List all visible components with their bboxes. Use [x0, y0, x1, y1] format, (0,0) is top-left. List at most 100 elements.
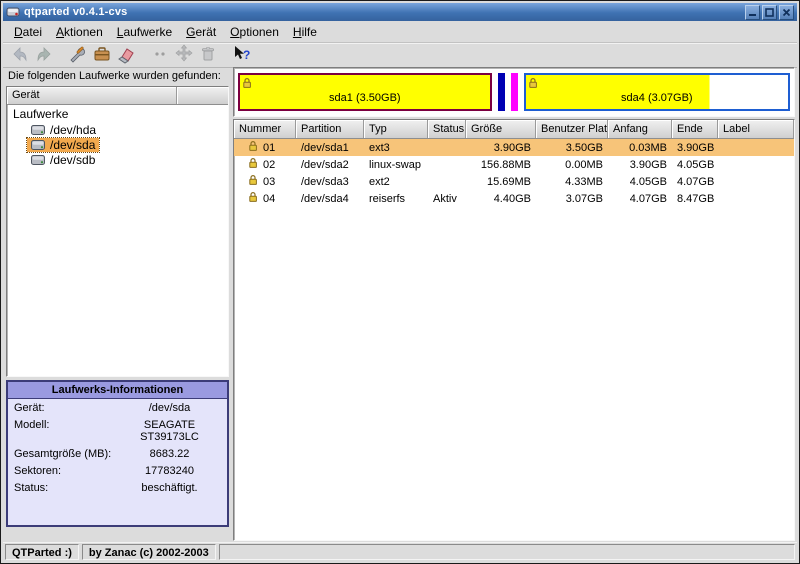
- cell-gr-e: 156.88MB: [466, 159, 536, 171]
- table-row[interactable]: 01/dev/sda1ext33.90GB3.50GB0.03MB3.90GB: [234, 139, 794, 156]
- menu-item-laufwerke[interactable]: Laufwerke: [110, 23, 179, 41]
- info-value: 8683.22: [112, 448, 227, 460]
- drive-info-panel: Laufwerks-Informationen Gerät:/dev/sdaMo…: [6, 380, 229, 527]
- cell-text: Aktiv: [433, 193, 457, 205]
- partition-segment-sda1[interactable]: sda1 (3.50GB): [238, 73, 492, 111]
- lock-icon: [248, 174, 258, 189]
- device-column-header-spacer: [177, 87, 228, 104]
- column-header-gr-e[interactable]: Größe: [466, 120, 536, 138]
- column-header-nummer[interactable]: Nummer: [234, 120, 296, 138]
- cell-ende: 4.07GB: [672, 176, 718, 188]
- column-header-ende[interactable]: Ende: [672, 120, 718, 138]
- delete-icon: [198, 44, 218, 67]
- cell-typ: reiserfs: [364, 193, 428, 205]
- cell-text: ext2: [369, 176, 390, 188]
- cell-text: 8.47GB: [677, 193, 714, 205]
- partition-segment-sda3[interactable]: [511, 73, 518, 111]
- column-header-anfang[interactable]: Anfang: [608, 120, 672, 138]
- tree-item-label: /dev/hda: [50, 123, 96, 137]
- briefcase-button[interactable]: [90, 44, 114, 66]
- column-header-partition[interactable]: Partition: [296, 120, 364, 138]
- undo-button[interactable]: [8, 44, 32, 66]
- cell-typ: ext2: [364, 176, 428, 188]
- minimize-button[interactable]: [745, 5, 760, 20]
- menu-item-ger-t[interactable]: Gerät: [179, 23, 223, 41]
- close-button[interactable]: [779, 5, 794, 20]
- cell-text: 4.05GB: [630, 176, 667, 188]
- table-row[interactable]: 04/dev/sda4reiserfsAktiv4.40GB3.07GB4.07…: [234, 190, 794, 207]
- menu-item-datei[interactable]: Datei: [7, 23, 49, 41]
- erase-button[interactable]: [114, 44, 138, 66]
- cell-text: 02: [263, 159, 275, 171]
- info-row-ger-t: Gerät:/dev/sda: [8, 399, 227, 416]
- window-controls: [745, 5, 794, 20]
- cell-text: 0.03MB: [629, 142, 667, 154]
- cell-text: reiserfs: [369, 193, 405, 205]
- menu-item-optionen[interactable]: Optionen: [223, 23, 286, 41]
- tree-item-label: /dev/sdb: [50, 153, 95, 167]
- cell-text: 3.90GB: [494, 142, 531, 154]
- menu-item-hilfe[interactable]: Hilfe: [286, 23, 324, 41]
- cell-text: /dev/sda1: [301, 142, 349, 154]
- cell-text: 03: [263, 176, 275, 188]
- whats-this-button[interactable]: ?: [230, 44, 254, 66]
- cell-ende: 3.90GB: [672, 142, 718, 154]
- cell-text: 4.07GB: [630, 193, 667, 205]
- cell-text: 4.07GB: [677, 176, 714, 188]
- app-window: qtparted v0.4.1-cvs DateiAktionenLaufwer…: [0, 0, 800, 564]
- cell-ende: 4.05GB: [672, 159, 718, 171]
- info-value: beschäftigt.: [112, 482, 227, 494]
- partition-segment-sda2[interactable]: [498, 73, 505, 111]
- disk-icon: [31, 154, 46, 166]
- device-column-header[interactable]: Gerät: [7, 87, 177, 104]
- cell-text: /dev/sda4: [301, 193, 349, 205]
- table-row[interactable]: 02/dev/sda2linux-swap156.88MB0.00MB3.90G…: [234, 156, 794, 173]
- statusbar-credit: by Zanac (c) 2002-2003: [82, 544, 216, 560]
- redo-button[interactable]: [32, 44, 56, 66]
- column-header-label[interactable]: Label: [718, 120, 794, 138]
- info-label: Modell:: [8, 419, 112, 443]
- tree-item-dev-sda[interactable]: /dev/sda: [27, 138, 99, 152]
- close-icon: [782, 5, 791, 20]
- cell-anfang: 4.05GB: [608, 176, 672, 188]
- tree-root-laufwerke[interactable]: Laufwerke: [7, 106, 228, 122]
- cell-text: linux-swap: [369, 159, 421, 171]
- cell-nummer: 01: [234, 140, 296, 155]
- delete-button[interactable]: [196, 44, 220, 66]
- cell-nummer: 03: [234, 174, 296, 189]
- cell-partition: /dev/sda1: [296, 142, 364, 154]
- cell-nummer: 02: [234, 157, 296, 172]
- table-row[interactable]: 03/dev/sda3ext215.69MB4.33MB4.05GB4.07GB: [234, 173, 794, 190]
- tools-button[interactable]: [66, 44, 90, 66]
- lock-icon: [528, 76, 538, 94]
- dots-button[interactable]: [148, 44, 172, 66]
- info-label: Gerät:: [8, 402, 112, 414]
- cell-typ: linux-swap: [364, 159, 428, 171]
- drive-info-rows: Gerät:/dev/sdaModell:SEAGATE ST39173LCGe…: [8, 399, 227, 496]
- info-label: Sektoren:: [8, 465, 112, 477]
- titlebar[interactable]: qtparted v0.4.1-cvs: [3, 3, 797, 21]
- maximize-button[interactable]: [762, 5, 777, 20]
- menu-item-aktionen[interactable]: Aktionen: [49, 23, 110, 41]
- cell-anfang: 4.07GB: [608, 193, 672, 205]
- disk-icon: [31, 139, 46, 151]
- device-list-header: Gerät: [7, 87, 228, 105]
- dots-icon: [150, 44, 170, 67]
- cell-text: 4.40GB: [494, 193, 531, 205]
- column-header-typ[interactable]: Typ: [364, 120, 428, 138]
- cell-benutzer-platz: 0.00MB: [536, 159, 608, 171]
- column-header-benutzer-platz[interactable]: Benutzer Platz: [536, 120, 608, 138]
- move-button[interactable]: [172, 44, 196, 66]
- cell-anfang: 0.03MB: [608, 142, 672, 154]
- info-value: 17783240: [112, 465, 227, 477]
- cell-anfang: 3.90GB: [608, 159, 672, 171]
- partition-segment-label: sda4 (3.07GB): [621, 92, 693, 109]
- partition-segment-sda4[interactable]: sda4 (3.07GB): [524, 73, 790, 111]
- info-row-sektoren: Sektoren:17783240: [8, 462, 227, 479]
- tree-item-dev-sdb[interactable]: /dev/sdb: [27, 153, 99, 167]
- found-devices-label: Die folgenden Laufwerke wurden gefunden:: [8, 70, 230, 82]
- svg-text:?: ?: [243, 48, 250, 62]
- tree-item-dev-hda[interactable]: /dev/hda: [27, 123, 100, 137]
- cell-benutzer-platz: 3.07GB: [536, 193, 608, 205]
- column-header-status[interactable]: Status: [428, 120, 466, 138]
